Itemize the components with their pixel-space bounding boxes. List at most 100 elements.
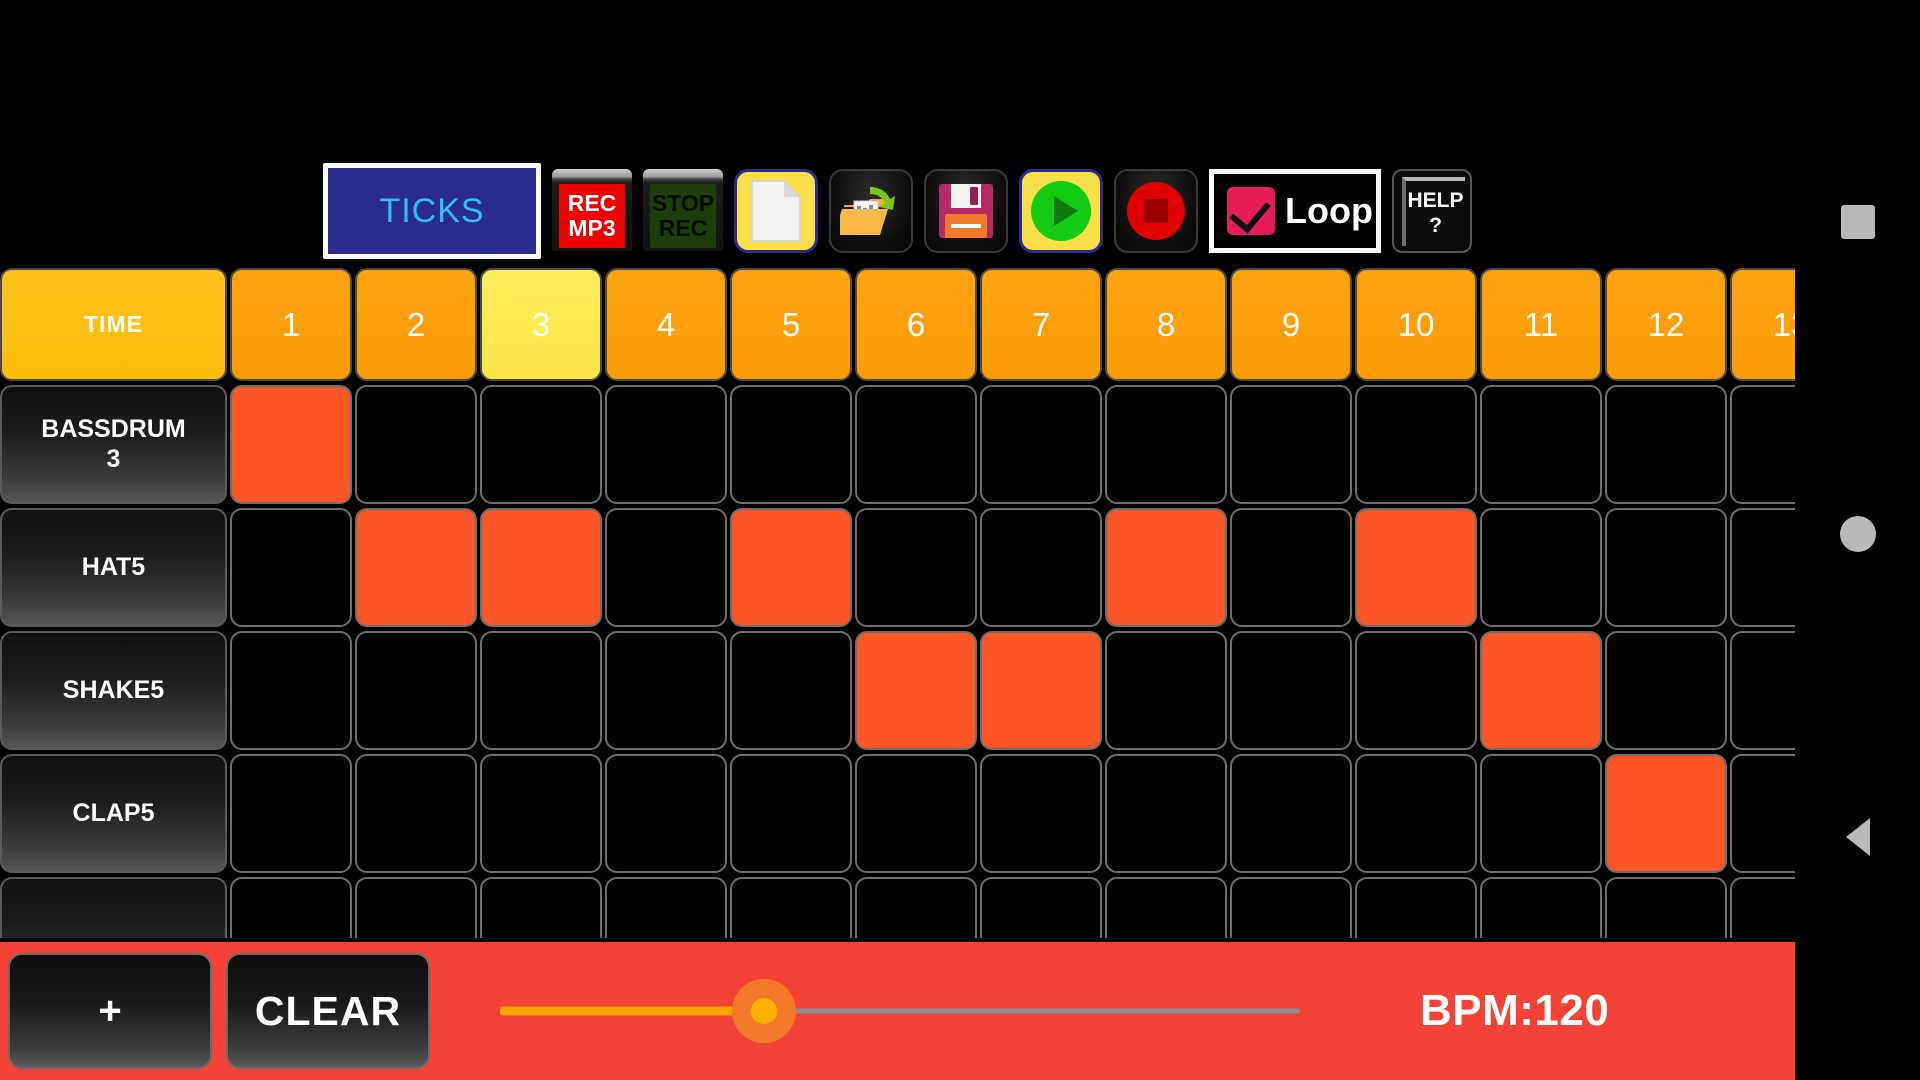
step-header-13[interactable]: 13 [1730, 268, 1795, 381]
loop-toggle[interactable]: Loop [1209, 169, 1381, 253]
step-header-6[interactable]: 6 [855, 268, 977, 381]
step-cell[interactable] [230, 754, 352, 873]
step-cell[interactable] [980, 385, 1102, 504]
step-cell[interactable] [1105, 877, 1227, 938]
step-header-4[interactable]: 4 [605, 268, 727, 381]
step-cell[interactable] [1730, 631, 1795, 750]
step-cell[interactable] [480, 508, 602, 627]
step-cell[interactable] [1230, 877, 1352, 938]
stop-button[interactable] [1114, 169, 1198, 253]
square-recents-icon[interactable] [1840, 205, 1875, 239]
stop-rec-button[interactable]: STOP REC [643, 169, 723, 253]
step-cell[interactable] [855, 508, 977, 627]
step-cell[interactable] [1480, 385, 1602, 504]
step-cell[interactable] [980, 631, 1102, 750]
step-cell[interactable] [480, 877, 602, 938]
step-cell[interactable] [855, 877, 977, 938]
step-cell[interactable] [980, 508, 1102, 627]
step-cell[interactable] [605, 631, 727, 750]
ticks-button[interactable]: TICKS [323, 163, 541, 259]
help-button[interactable]: HELP ? [1392, 169, 1472, 253]
step-cell[interactable] [355, 631, 477, 750]
rec-mp3-button[interactable]: REC MP3 [552, 169, 632, 253]
step-cell[interactable] [1605, 754, 1727, 873]
bpm-slider[interactable] [500, 953, 1300, 1069]
open-file-button[interactable] [829, 169, 913, 253]
step-cell[interactable] [1605, 877, 1727, 938]
step-cell[interactable] [355, 508, 477, 627]
step-cell[interactable] [605, 385, 727, 504]
step-cell[interactable] [605, 754, 727, 873]
step-cell[interactable] [1355, 877, 1477, 938]
step-header-1[interactable]: 1 [230, 268, 352, 381]
step-cell[interactable] [230, 385, 352, 504]
play-button[interactable] [1019, 169, 1103, 253]
step-cell[interactable] [1480, 754, 1602, 873]
step-cell[interactable] [480, 754, 602, 873]
step-header-10[interactable]: 10 [1355, 268, 1477, 381]
step-cell[interactable] [1605, 508, 1727, 627]
step-cell[interactable] [1605, 385, 1727, 504]
step-cell[interactable] [1105, 631, 1227, 750]
step-cell[interactable] [1355, 631, 1477, 750]
track-label[interactable]: BASSDRUM 3 [0, 385, 227, 504]
step-cell[interactable] [355, 385, 477, 504]
track-label[interactable]: HAT5 [0, 508, 227, 627]
step-cell[interactable] [730, 508, 852, 627]
step-cell[interactable] [1730, 385, 1795, 504]
step-cell[interactable] [1230, 385, 1352, 504]
step-cell[interactable] [1730, 877, 1795, 938]
step-cell[interactable] [855, 385, 977, 504]
track-label[interactable] [0, 877, 227, 938]
step-header-9[interactable]: 9 [1230, 268, 1352, 381]
step-header-11[interactable]: 11 [1480, 268, 1602, 381]
track-label[interactable]: CLAP5 [0, 754, 227, 873]
step-cell[interactable] [1480, 631, 1602, 750]
step-cell[interactable] [730, 877, 852, 938]
step-cell[interactable] [1730, 508, 1795, 627]
step-cell[interactable] [730, 754, 852, 873]
step-header-3[interactable]: 3 [480, 268, 602, 381]
add-track-button[interactable]: + [8, 953, 212, 1069]
track-label[interactable]: SHAKE5 [0, 631, 227, 750]
step-cell[interactable] [1355, 754, 1477, 873]
triangle-back-icon[interactable] [1845, 818, 1870, 856]
step-cell[interactable] [980, 877, 1102, 938]
step-cell[interactable] [1480, 508, 1602, 627]
step-cell[interactable] [1105, 508, 1227, 627]
loop-checkbox-icon[interactable] [1227, 187, 1276, 235]
step-cell[interactable] [730, 385, 852, 504]
step-header-7[interactable]: 7 [980, 268, 1102, 381]
step-cell[interactable] [480, 385, 602, 504]
step-cell[interactable] [1480, 877, 1602, 938]
new-file-button[interactable] [734, 169, 818, 253]
step-cell[interactable] [855, 631, 977, 750]
step-cell[interactable] [730, 631, 852, 750]
step-cell[interactable] [605, 877, 727, 938]
step-cell[interactable] [855, 754, 977, 873]
step-cell[interactable] [980, 754, 1102, 873]
step-cell[interactable] [1355, 508, 1477, 627]
step-header-2[interactable]: 2 [355, 268, 477, 381]
step-cell[interactable] [230, 508, 352, 627]
circle-home-icon[interactable] [1839, 516, 1876, 552]
step-cell[interactable] [1105, 754, 1227, 873]
step-cell[interactable] [1230, 631, 1352, 750]
step-header-5[interactable]: 5 [730, 268, 852, 381]
step-cell[interactable] [355, 877, 477, 938]
clear-button[interactable]: CLEAR [226, 953, 430, 1069]
step-cell[interactable] [1730, 754, 1795, 873]
step-cell[interactable] [1105, 385, 1227, 504]
step-cell[interactable] [230, 877, 352, 938]
step-cell[interactable] [1355, 385, 1477, 504]
step-header-12[interactable]: 12 [1605, 268, 1727, 381]
step-cell[interactable] [230, 631, 352, 750]
step-cell[interactable] [1230, 754, 1352, 873]
step-cell[interactable] [1230, 508, 1352, 627]
step-cell[interactable] [605, 508, 727, 627]
step-cell[interactable] [355, 754, 477, 873]
save-file-button[interactable] [924, 169, 1008, 253]
bpm-slider-thumb[interactable] [732, 979, 796, 1043]
step-cell[interactable] [1605, 631, 1727, 750]
step-header-8[interactable]: 8 [1105, 268, 1227, 381]
